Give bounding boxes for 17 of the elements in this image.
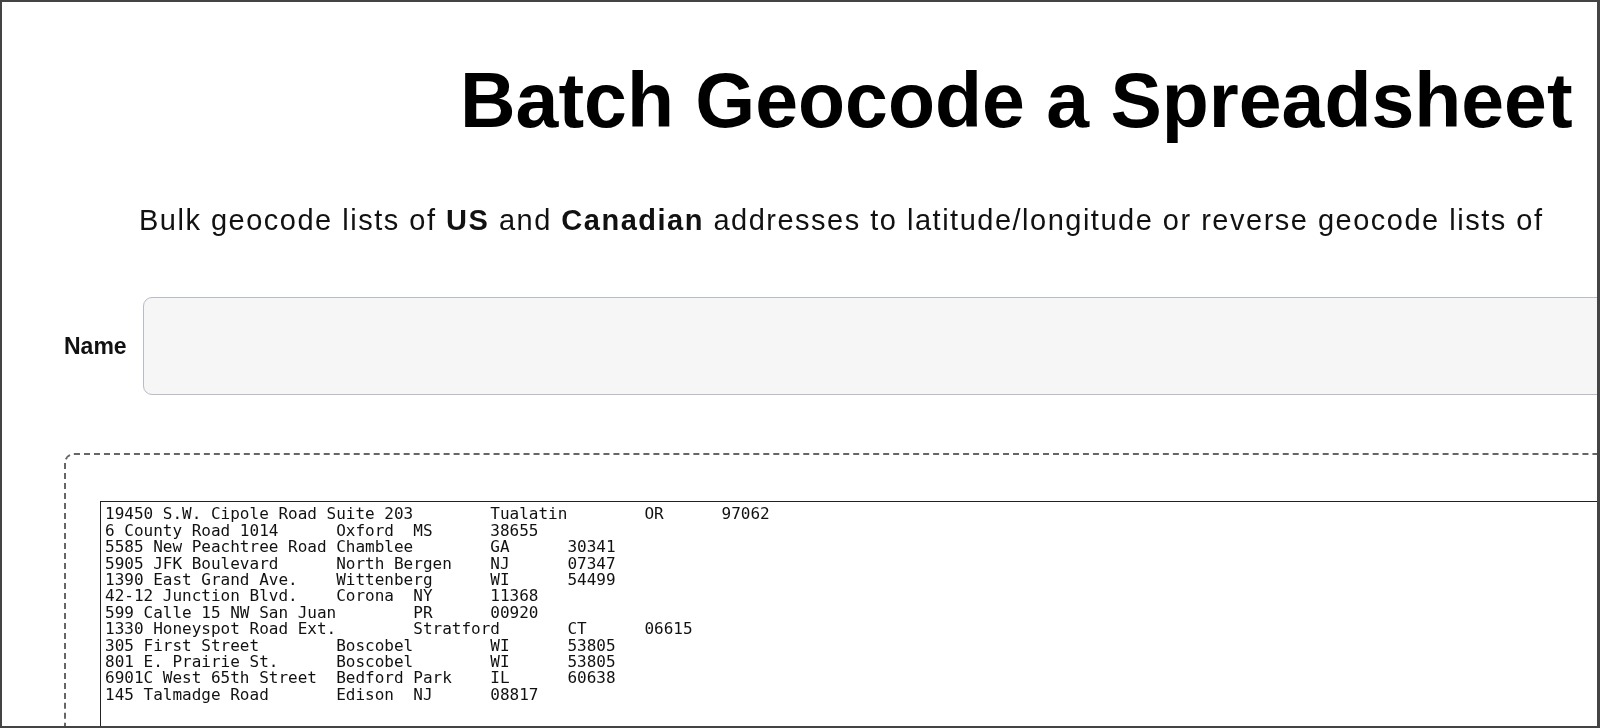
address-line: 5905 JFK Boulevard North Bergen NJ 07347 xyxy=(105,555,616,572)
address-line: 1390 East Grand Ave. Wittenberg WI 54499 xyxy=(105,572,616,589)
page-title: Batch Geocode a Spreadsheet xyxy=(459,56,1573,145)
address-line: 801 E. Prairie St. Boscobel WI 53805 xyxy=(105,654,616,671)
name-input-field[interactable] xyxy=(142,297,1597,396)
address-line: 5585 New Peachtree Road Chamblee GA 30341 xyxy=(105,539,616,556)
address-line: 1330 Honeyspot Road Ext. Stratford CT 06615 xyxy=(105,621,693,638)
address-line: 599 Calle 15 NW San Juan PR 00920 xyxy=(105,604,539,622)
address-line: 19450 S.W. Cipole Road Suite 203 Tualatin OR 97062 xyxy=(105,506,770,523)
address-line: 6 County Road 1014 Oxford MS 38655 xyxy=(105,522,539,540)
address-line: 42-12 Junction Blvd. Corona NY 11368 xyxy=(105,588,539,605)
address-line: 145 Talmadge Road Edison NJ 08817 xyxy=(105,686,539,704)
page-description: Bulk geocode lists of US and Canadian addresses to latitude/longitude or reverse geocode lists of xyxy=(139,204,1544,238)
address-line: 6901C West 65th Street Bedford Park IL 60638 xyxy=(105,670,616,687)
addresses-text-area[interactable] xyxy=(100,501,1597,726)
name-label: Name xyxy=(64,332,127,360)
address-line: 305 First Street Boscobel WI 53805 xyxy=(105,637,616,655)
